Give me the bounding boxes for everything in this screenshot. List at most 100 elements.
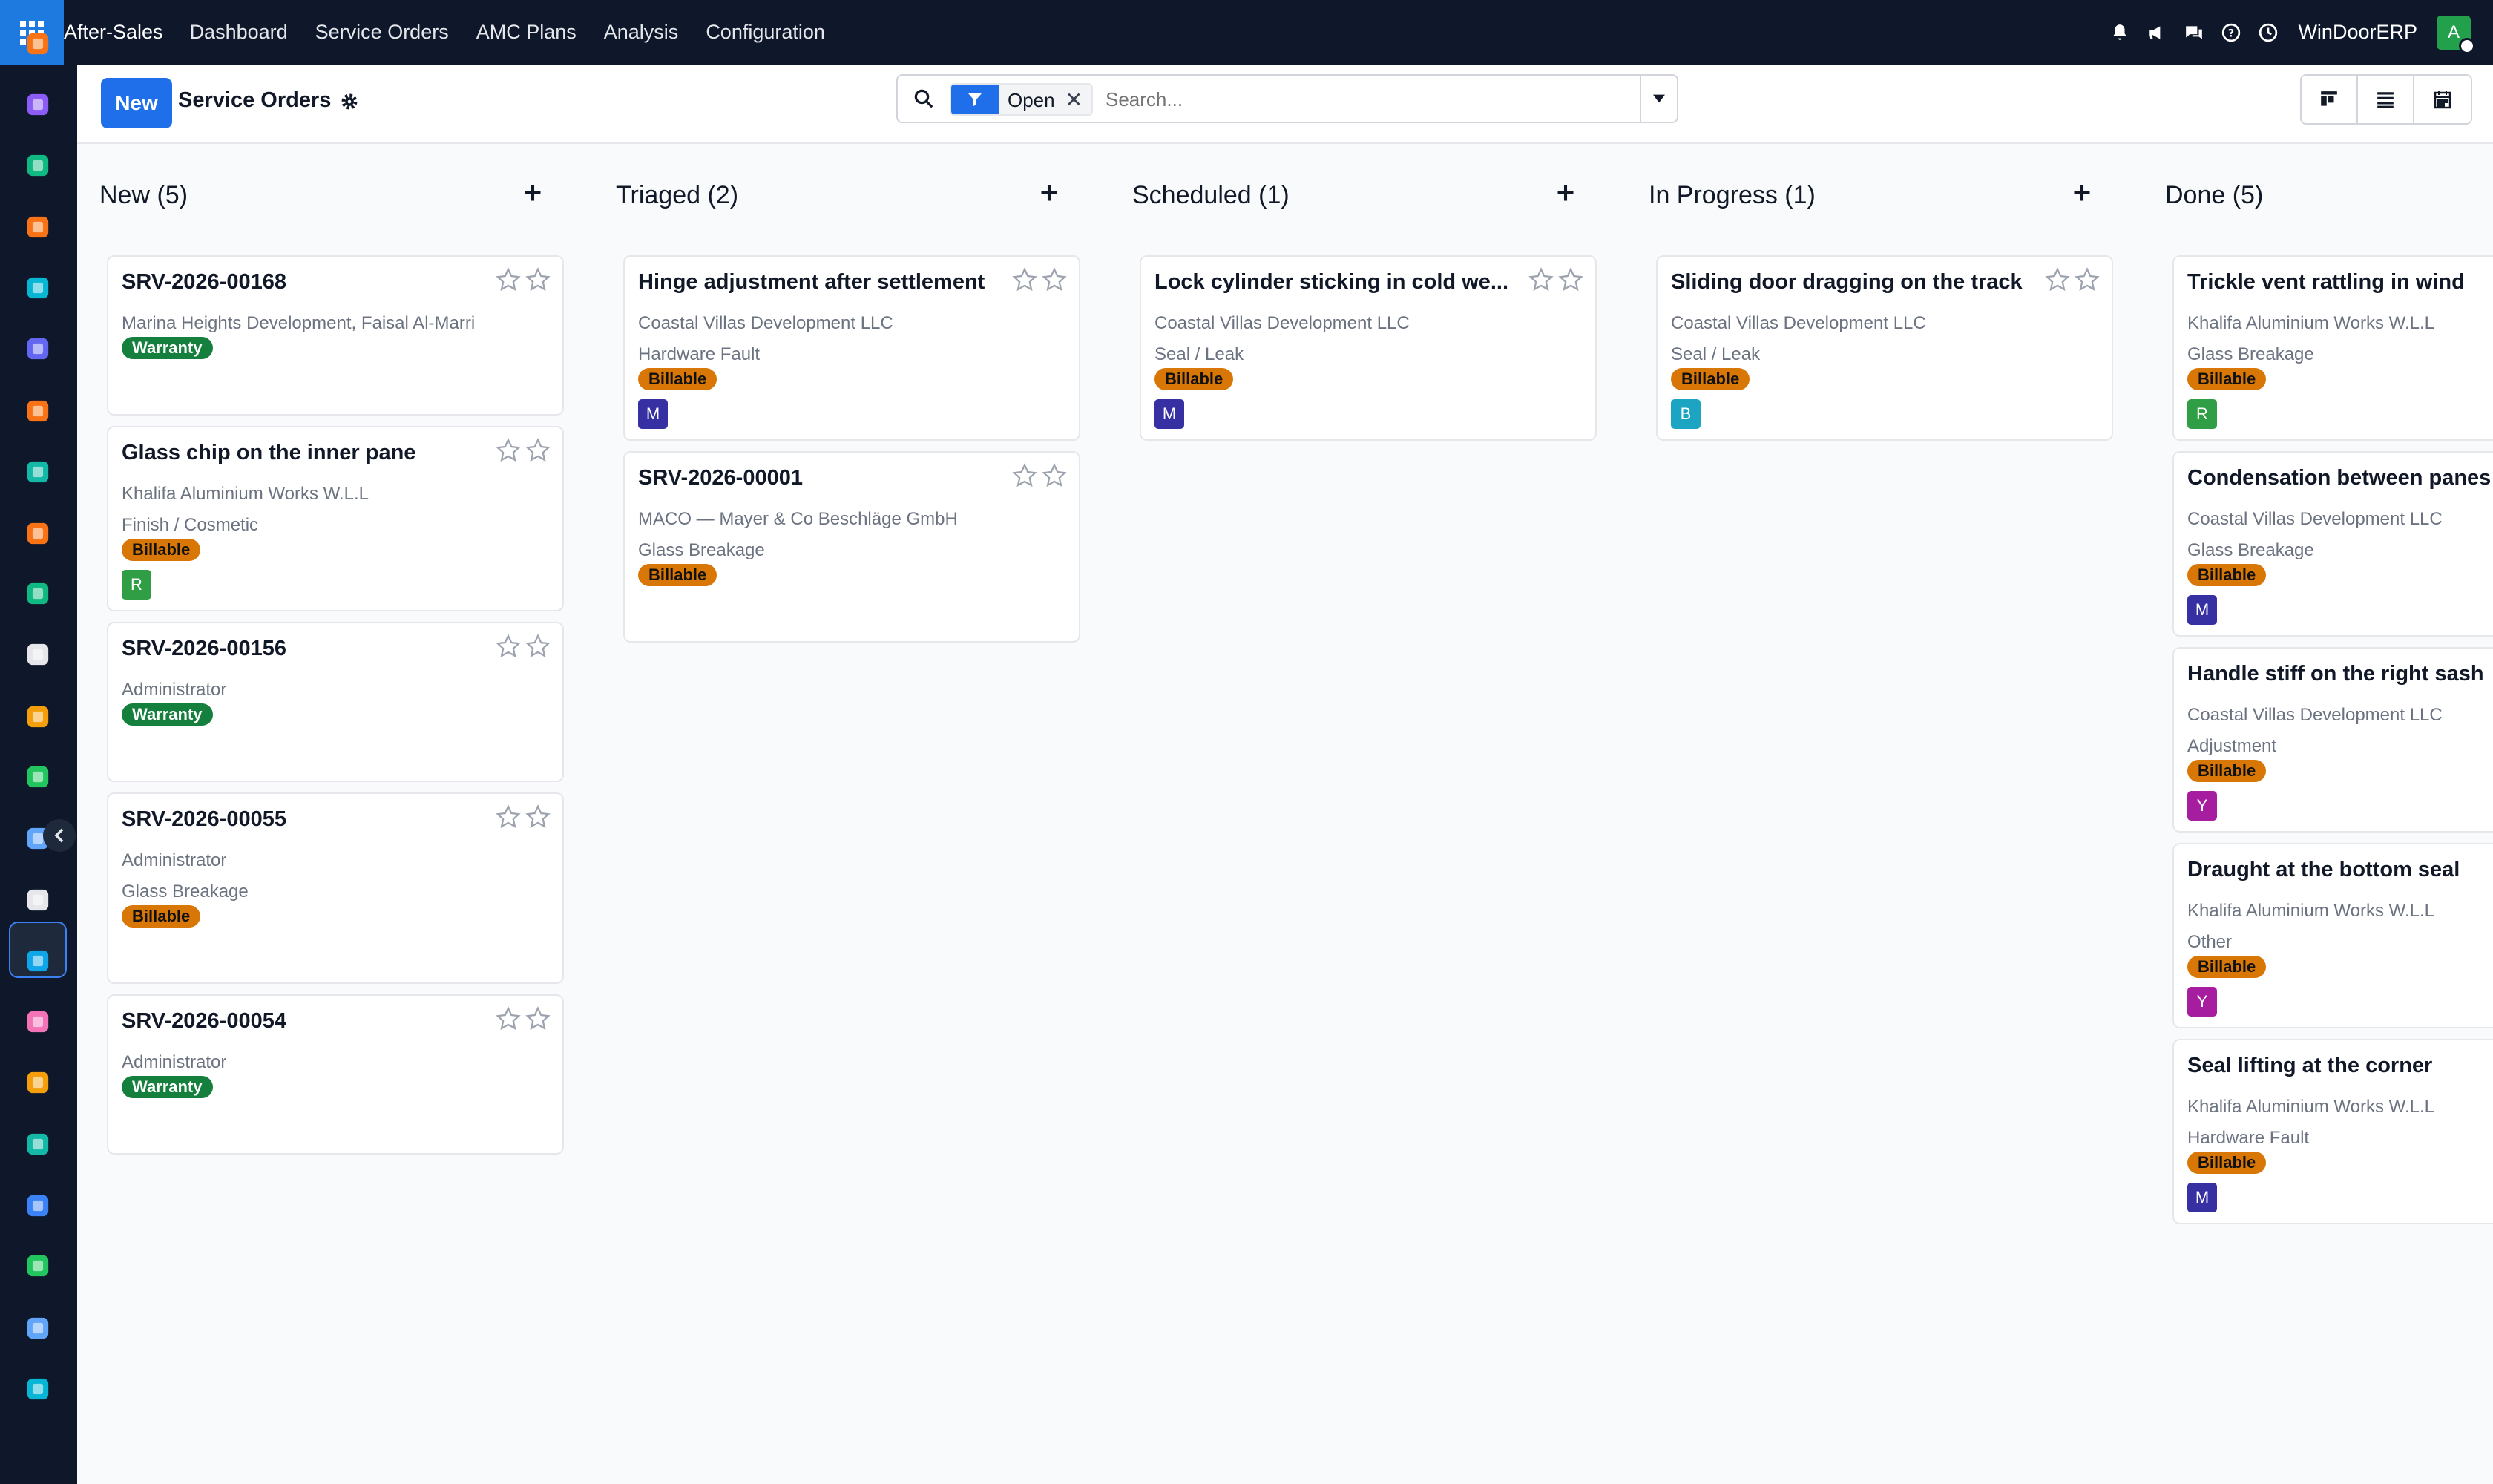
menu-configuration[interactable]: Configuration — [706, 21, 825, 44]
kanban-card[interactable]: Lock cylinder sticking in cold we... Coas… — [1140, 255, 1597, 441]
bar-chart-app-icon[interactable] — [24, 30, 52, 58]
column-title[interactable]: Done (5) — [2165, 181, 2263, 210]
search-icon[interactable] — [913, 88, 936, 111]
assignee-avatar[interactable]: Y — [2187, 987, 2217, 1017]
kanban-card[interactable]: Glass chip on the inner pane Khalifa Alum… — [107, 426, 564, 611]
menu-dashboard[interactable]: Dashboard — [190, 21, 288, 44]
plus-icon[interactable] — [2072, 183, 2095, 206]
column-title[interactable]: Triaged (2) — [616, 181, 738, 210]
card-title[interactable]: Trickle vent rattling in wind — [2187, 270, 2465, 295]
after-sales-app-icon[interactable] — [24, 886, 52, 914]
help-icon[interactable]: ? — [2221, 22, 2241, 43]
kanban-view-button[interactable] — [2302, 76, 2358, 123]
priority-stars[interactable] — [1012, 267, 1067, 292]
star-icon[interactable] — [496, 1006, 521, 1031]
card-title[interactable]: SRV-2026-00001 — [638, 466, 803, 490]
menu-service-orders[interactable]: Service Orders — [315, 21, 449, 44]
megaphone-icon[interactable] — [2147, 22, 2167, 43]
column-title[interactable]: Scheduled (1) — [1132, 181, 1290, 210]
kanban-card[interactable]: SRV-2026-00054 Administrator Warranty — [107, 994, 564, 1155]
priority-stars[interactable] — [1528, 267, 1583, 292]
card-title[interactable]: Draught at the bottom seal — [2187, 858, 2460, 882]
wave-2-app-icon[interactable] — [24, 1375, 52, 1403]
palette-app-icon[interactable] — [24, 91, 52, 119]
kanban-card[interactable]: Draught at the bottom seal Khalifa Alumin… — [2172, 843, 2493, 1028]
app-brand[interactable]: After-Sales — [64, 21, 163, 44]
menu-analysis[interactable]: Analysis — [604, 21, 679, 44]
assignee-avatar[interactable]: M — [2187, 595, 2217, 625]
cube-app-icon[interactable] — [24, 640, 52, 669]
card-title[interactable]: SRV-2026-00168 — [122, 270, 286, 295]
plus-icon[interactable] — [1555, 183, 1579, 206]
close-icon[interactable]: ✕ — [1063, 85, 1092, 114]
bar-chart-2-app-icon[interactable] — [24, 519, 52, 548]
star-icon[interactable] — [2075, 267, 2100, 292]
contacts-app-icon[interactable] — [24, 151, 52, 180]
filter-facet[interactable]: Open ✕ — [950, 83, 1094, 116]
kanban-card[interactable]: SRV-2026-00001 MACO — Mayer & Co Beschläg… — [623, 451, 1080, 643]
assignee-avatar[interactable]: R — [2187, 399, 2217, 429]
kanban-card[interactable]: Handle stiff on the right sash Coastal Vi… — [2172, 647, 2493, 833]
card-title[interactable]: SRV-2026-00054 — [122, 1009, 286, 1034]
list-view-button[interactable] — [2358, 76, 2414, 123]
card-title[interactable]: Seal lifting at the corner — [2187, 1054, 2432, 1078]
priority-stars[interactable] — [496, 804, 551, 830]
pen-app-icon[interactable] — [24, 1130, 52, 1158]
invoice-app-icon[interactable] — [24, 947, 52, 975]
card-title[interactable]: SRV-2026-00156 — [122, 637, 286, 661]
card-title[interactable]: Condensation between panes — [2187, 466, 2491, 490]
kanban-card[interactable]: Hinge adjustment after settlement Coastal… — [623, 255, 1080, 441]
mail-app-icon[interactable] — [24, 335, 52, 363]
star-icon[interactable] — [496, 438, 521, 463]
card-title[interactable]: Handle stiff on the right sash — [2187, 662, 2484, 686]
calendar-31-app-icon[interactable] — [24, 1068, 52, 1097]
card-title[interactable]: Sliding door dragging on the track — [1671, 270, 2023, 295]
menu-amc-plans[interactable]: AMC Plans — [476, 21, 577, 44]
star-icon[interactable] — [1042, 267, 1067, 292]
star-icon[interactable] — [496, 804, 521, 830]
star-icon[interactable] — [1042, 463, 1067, 488]
kanban-card[interactable]: SRV-2026-00055 Administrator Glass Breakag… — [107, 792, 564, 984]
assignee-avatar[interactable]: Y — [2187, 791, 2217, 821]
star-icon[interactable] — [525, 267, 551, 292]
star-icon[interactable] — [1528, 267, 1554, 292]
dashboard-grid-app-icon[interactable] — [24, 1192, 52, 1220]
assignee-avatar[interactable]: B — [1671, 399, 1701, 429]
star-icon[interactable] — [1012, 463, 1037, 488]
star-icon[interactable] — [496, 267, 521, 292]
star-icon[interactable] — [1558, 267, 1583, 292]
card-title[interactable]: Hinge adjustment after settlement — [638, 270, 985, 295]
contacts-2-app-icon[interactable] — [24, 580, 52, 608]
collapse-sidebar-button[interactable] — [43, 819, 76, 852]
star-icon[interactable] — [496, 634, 521, 659]
kanban-card[interactable]: Trickle vent rattling in wind Khalifa Alu… — [2172, 255, 2493, 441]
chat-bubble-app-icon[interactable] — [24, 213, 52, 241]
card-title[interactable]: Lock cylinder sticking in cold we... — [1154, 270, 1508, 295]
search-input[interactable] — [1106, 86, 1610, 113]
gauge-app-icon[interactable] — [24, 1314, 52, 1342]
check-shield-app-icon[interactable] — [24, 458, 52, 486]
kanban-card[interactable]: Seal lifting at the corner Khalifa Alumin… — [2172, 1039, 2493, 1224]
gear-icon[interactable] — [339, 91, 360, 112]
assignee-avatar[interactable]: M — [2187, 1183, 2217, 1212]
chat-bubble-2-app-icon[interactable] — [24, 397, 52, 425]
calendar-view-button[interactable] — [2414, 76, 2471, 123]
priority-stars[interactable] — [496, 634, 551, 659]
assignee-avatar[interactable]: M — [1154, 399, 1184, 429]
priority-stars[interactable] — [496, 1006, 551, 1031]
company-name[interactable]: WinDoorERP — [2298, 21, 2417, 44]
bell-icon[interactable] — [2109, 22, 2130, 43]
star-icon[interactable] — [1012, 267, 1037, 292]
kanban-card[interactable]: Condensation between panes Coastal Villas… — [2172, 451, 2493, 637]
card-title[interactable]: Glass chip on the inner pane — [122, 441, 416, 465]
star-icon[interactable] — [2045, 267, 2070, 292]
assignee-avatar[interactable]: R — [122, 570, 151, 600]
star-icon[interactable] — [525, 804, 551, 830]
assignee-avatar[interactable]: M — [638, 399, 668, 429]
column-title[interactable]: In Progress (1) — [1649, 181, 1816, 210]
user-avatar[interactable]: A — [2437, 15, 2475, 54]
priority-stars[interactable] — [2045, 267, 2100, 292]
plus-icon[interactable] — [1039, 183, 1062, 206]
kanban-card[interactable]: Sliding door dragging on the track Coasta… — [1656, 255, 2113, 441]
priority-stars[interactable] — [1012, 463, 1067, 488]
